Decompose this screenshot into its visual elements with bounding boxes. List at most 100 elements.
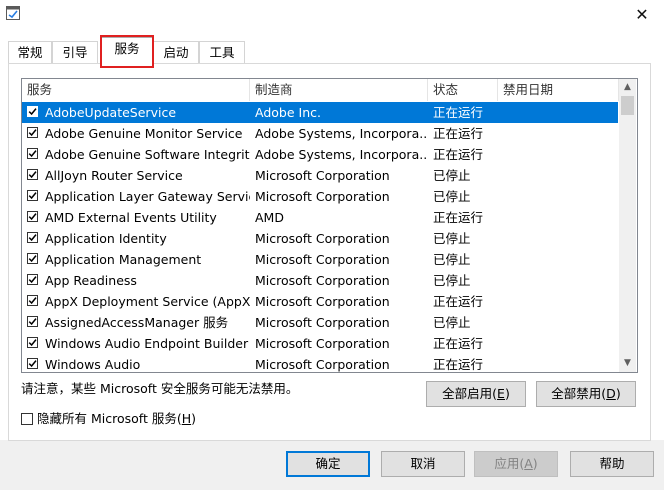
table-row[interactable]: AdobeUpdateService Adobe Inc. 正在运行: [22, 102, 618, 123]
manufacturer-cell: Microsoft Corporation: [255, 357, 390, 372]
service-name-cell: Adobe Genuine Software Integrit...: [45, 147, 250, 162]
disable-all-hotkey: D: [606, 386, 616, 401]
scroll-thumb[interactable]: [621, 96, 634, 115]
manufacturer-cell: Microsoft Corporation: [255, 168, 390, 183]
app-icon: [6, 6, 20, 20]
vertical-scrollbar[interactable]: ▲ ▼: [619, 79, 636, 372]
column-header-service[interactable]: 服务: [22, 79, 250, 101]
service-checkbox[interactable]: [27, 232, 38, 243]
table-row[interactable]: Windows Audio Microsoft Corporation 正在运行: [22, 354, 618, 372]
table-row[interactable]: Adobe Genuine Software Integrit... Adobe …: [22, 144, 618, 165]
status-cell: 正在运行: [433, 105, 484, 120]
service-name-cell: Application Management: [45, 252, 202, 267]
service-name-cell: AdobeUpdateService: [45, 105, 177, 120]
service-name-cell: AMD External Events Utility: [45, 210, 217, 225]
manufacturer-cell: AMD: [255, 210, 284, 225]
table-row[interactable]: Application Identity Microsoft Corporatio…: [22, 228, 618, 249]
status-cell: 已停止: [433, 231, 471, 246]
service-checkbox[interactable]: [27, 190, 38, 201]
status-cell: 已停止: [433, 252, 471, 267]
status-cell: 正在运行: [433, 126, 484, 141]
table-row[interactable]: Application Management Microsoft Corporat…: [22, 249, 618, 270]
services-list[interactable]: 服务 制造商 状态 禁用日期 AdobeUpdateService Adobe I…: [21, 78, 638, 373]
hide-microsoft-services-label: 隐藏所有 Microsoft 服务(H): [37, 411, 197, 426]
service-checkbox[interactable]: [27, 169, 38, 180]
ok-button[interactable]: 确定: [286, 451, 370, 477]
service-checkbox[interactable]: [27, 295, 38, 306]
service-checkbox[interactable]: [27, 211, 38, 222]
disable-date-cell: [503, 249, 618, 270]
tab-general[interactable]: 常规: [8, 41, 52, 64]
table-row[interactable]: Application Layer Gateway Service Microso…: [22, 186, 618, 207]
service-checkbox[interactable]: [27, 148, 38, 159]
scroll-down-icon[interactable]: ▼: [619, 355, 636, 372]
checkbox-box[interactable]: [21, 413, 33, 425]
enable-all-button[interactable]: 全部启用(E): [426, 381, 526, 407]
service-name-cell: AllJoyn Router Service: [45, 168, 183, 183]
disable-date-cell: [503, 186, 618, 207]
service-name-cell: AppX Deployment Service (AppX...: [45, 294, 250, 309]
enable-all-label: 全部启用(: [442, 386, 498, 401]
manufacturer-cell: Adobe Systems, Incorpora...: [255, 126, 428, 141]
service-checkbox[interactable]: [27, 274, 38, 285]
disable-date-cell: [503, 228, 618, 249]
column-header-manufacturer[interactable]: 制造商: [250, 79, 428, 101]
disable-date-cell: [503, 144, 618, 165]
service-checkbox[interactable]: [27, 106, 38, 117]
disable-all-button[interactable]: 全部禁用(D): [536, 381, 636, 407]
note-text: 请注意，某些 Microsoft 安全服务可能无法禁用。: [21, 381, 299, 396]
manufacturer-cell: Microsoft Corporation: [255, 252, 390, 267]
table-row[interactable]: App Readiness Microsoft Corporation 已停止: [22, 270, 618, 291]
disable-date-cell: [503, 291, 618, 312]
disable-date-cell: [503, 123, 618, 144]
title-bar: ✕: [0, 0, 664, 32]
tab-tools[interactable]: 工具: [199, 41, 245, 64]
status-cell: 正在运行: [433, 210, 484, 225]
service-name-cell: Adobe Genuine Monitor Service: [45, 126, 243, 141]
status-cell: 正在运行: [433, 357, 484, 372]
disable-date-cell: [503, 102, 618, 123]
service-name-cell: Application Layer Gateway Service: [45, 189, 250, 204]
manufacturer-cell: Microsoft Corporation: [255, 231, 390, 246]
close-icon[interactable]: ✕: [630, 4, 654, 26]
column-header-disable-date[interactable]: 禁用日期: [498, 79, 619, 101]
status-cell: 正在运行: [433, 147, 484, 162]
manufacturer-cell: Adobe Inc.: [255, 105, 321, 120]
status-cell: 正在运行: [433, 336, 484, 351]
manufacturer-cell: Microsoft Corporation: [255, 294, 390, 309]
highlight-box: [100, 35, 154, 68]
disable-date-cell: [503, 207, 618, 228]
status-cell: 正在运行: [433, 294, 484, 309]
status-cell: 已停止: [433, 168, 471, 183]
help-button[interactable]: 帮助: [570, 451, 654, 477]
disable-date-cell: [503, 333, 618, 354]
tab-startup[interactable]: 启动: [153, 41, 199, 64]
status-cell: 已停止: [433, 273, 471, 288]
column-header-status[interactable]: 状态: [428, 79, 498, 101]
status-cell: 已停止: [433, 189, 471, 204]
table-row[interactable]: AMD External Events Utility AMD 正在运行: [22, 207, 618, 228]
service-checkbox[interactable]: [27, 253, 38, 264]
status-cell: 已停止: [433, 315, 471, 330]
apply-button[interactable]: 应用(A): [474, 451, 558, 477]
disable-date-cell: [503, 165, 618, 186]
table-row[interactable]: AppX Deployment Service (AppX... Microsof…: [22, 291, 618, 312]
service-name-cell: Application Identity: [45, 231, 167, 246]
scroll-up-icon[interactable]: ▲: [619, 79, 636, 96]
service-name-cell: Windows Audio: [45, 357, 141, 372]
enable-all-hotkey: E: [497, 386, 505, 401]
service-checkbox[interactable]: [27, 316, 38, 327]
service-checkbox[interactable]: [27, 127, 38, 138]
disable-date-cell: [503, 354, 618, 372]
table-row[interactable]: Windows Audio Endpoint Builder Microsoft …: [22, 333, 618, 354]
table-row[interactable]: AllJoyn Router Service Microsoft Corporat…: [22, 165, 618, 186]
service-checkbox[interactable]: [27, 337, 38, 348]
manufacturer-cell: Adobe Systems, Incorpora...: [255, 147, 428, 162]
service-checkbox[interactable]: [27, 358, 38, 369]
table-row[interactable]: Adobe Genuine Monitor Service Adobe Syste…: [22, 123, 618, 144]
disable-date-cell: [503, 312, 618, 333]
tab-boot[interactable]: 引导: [52, 41, 98, 64]
cancel-button[interactable]: 取消: [381, 451, 465, 477]
table-row[interactable]: AssignedAccessManager 服务 Microsoft Corpor…: [22, 312, 618, 333]
manufacturer-cell: Microsoft Corporation: [255, 336, 390, 351]
